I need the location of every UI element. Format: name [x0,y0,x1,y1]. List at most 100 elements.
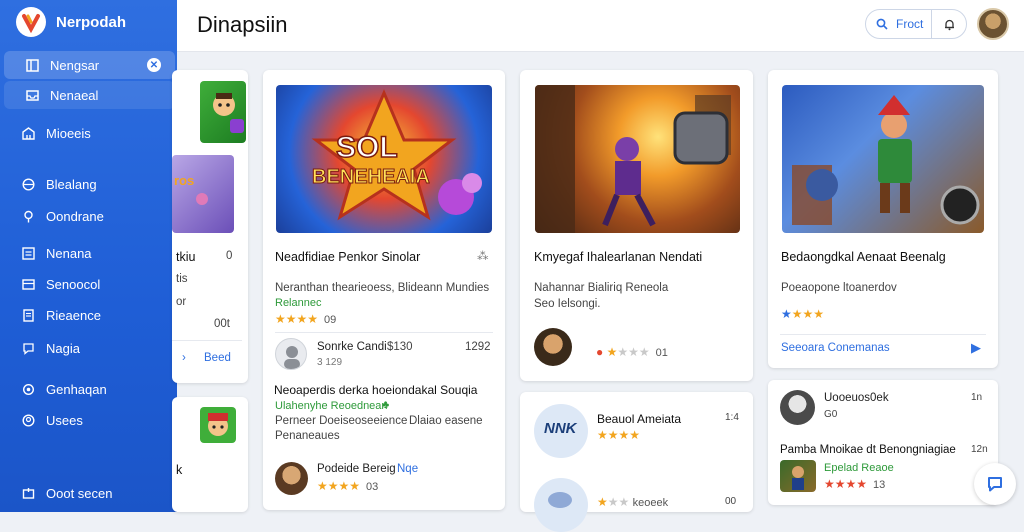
logo-text: NNK [544,420,577,437]
sidebar: Nerpodah Nengsar ✕ Nenaeal Mioeeis Bleal… [0,0,177,512]
rating-stars: ★★★★ [597,428,641,442]
game-cover-image: SOL BENEHEAIA [276,85,492,233]
logout-icon [20,485,36,501]
chat-icon [20,340,36,356]
chevron-right-icon: › [182,352,186,364]
chat-bubble-icon [988,477,1002,492]
card-title: Bedaongdkal Aenaat Beenalg [781,250,946,264]
rating-label: keoeek [632,497,669,509]
author-link[interactable]: Nqe [397,463,418,475]
game-thumbnail [200,81,246,143]
user-number: 1n [971,392,983,403]
nav-label: Blealang [46,176,97,192]
more-icon[interactable]: ⁂ [477,249,489,263]
page-title: Dinapsiin [197,12,288,37]
bell-icon [944,19,954,30]
play-icon[interactable]: ▶ [971,340,981,356]
nav-label: Oondrane [46,208,104,224]
nav-item-2[interactable]: Nenaeal [4,81,175,109]
location-icon [20,208,36,224]
card-description: Seo Ielsongi. [534,298,601,310]
post-desc: Penaneaues [275,430,340,442]
card-description: Nahannar Bialiriq Reneola [534,282,669,294]
author-avatar[interactable] [534,328,572,366]
user-circle-icon [20,412,36,428]
close-icon[interactable]: ✕ [147,58,161,72]
nav-label: Ooot secen [46,485,113,501]
search-button[interactable]: Froct [866,17,931,31]
chat-fab-button[interactable] [974,463,1016,505]
list-icon [20,245,36,261]
document-icon [20,307,36,323]
rating-count: 01 [655,347,668,359]
nav-item-11[interactable]: Usees [0,406,177,434]
post-desc: Dlaiao easene [409,415,483,427]
nav-item-8[interactable]: Rieaence [0,301,177,329]
partial-text: or [176,296,187,308]
search-pill[interactable]: Froct [865,9,967,39]
brand[interactable]: Nerpodah [16,7,126,37]
user-name: Sonrke Candi [317,341,387,353]
rating-stars: ★★★★ 13 [824,477,886,491]
game-thumbnail-2: ros [172,155,234,233]
nav-label: Usees [46,412,83,428]
user-right: 1292 [465,341,491,353]
nav-label: Nengsar [50,57,100,73]
notification-button[interactable] [932,18,966,31]
card-icon [20,276,36,292]
game-cover-image [782,85,984,233]
nav-item-10[interactable]: Genhaqan [0,375,177,403]
user-avatar[interactable] [977,8,1009,40]
card-title: Pamba Mnoikae dt Benongniagiae [780,444,956,456]
game-thumbnail [200,407,236,443]
post-title: Neoaperdis derka hoeiondakal Souqia [274,383,478,397]
rating-count: 00 [725,496,737,507]
nav-item-12[interactable]: Ooot secen [0,479,177,507]
post-desc: Perneer Doeiseoseeience [275,415,408,427]
nav-item-4[interactable]: Blealang [0,170,177,198]
rating-stars: ★★★★ 09 [275,312,337,326]
nav-item-5[interactable]: Oondrane [0,202,177,230]
nav-label: Senoocol [46,276,101,292]
nav-item-7[interactable]: Senoocol [0,270,177,298]
card-description: Poeaopone ltoanerdov [781,282,897,294]
nav-item-1[interactable]: Nengsar ✕ [4,51,175,79]
nav-label: Mioeeis [46,125,91,141]
nav-item-6[interactable]: Nenana [0,239,177,267]
partial-card-2[interactable]: k [172,397,248,512]
game-thumbnail [780,460,816,492]
nav-item-3[interactable]: Mioeeis [0,119,177,147]
svg-text:BENEHEAIA: BENEHEAIA [312,166,430,188]
rating-count: 13 [873,479,886,491]
search-label: Froct [896,17,924,31]
user-name: Uooeuos0ek [824,392,889,404]
game-card-4[interactable]: NNK Beauol Ameiata 1:4 ★★★★ ★★★ keoeek 0… [520,392,753,532]
user-avatar[interactable] [275,338,307,370]
nav-label: Nenana [46,245,92,261]
nav-item-9[interactable]: Nagia [0,334,177,362]
user-sub: 3 129 [317,357,343,368]
partial-count: 0 [226,250,233,262]
divider [275,332,493,333]
user-avatar[interactable] [780,390,815,425]
card-link[interactable]: Seeoara Conemanas [781,342,890,354]
game-card-2[interactable]: Kmyegaf Ihalearlanan Nendati Nahannar Bi… [520,70,753,381]
game-logo: NNK [534,404,588,458]
game-card-1[interactable]: SOL BENEHEAIA Neadfidiae Penkor Sinolar … [263,70,505,510]
partial-link[interactable]: Beed [204,352,231,364]
author-rating-count: 03 [366,481,379,493]
svg-text:ros: ros [174,173,194,188]
divider [780,334,986,335]
building-icon [20,125,36,141]
card-title: Beauol Ameiata [597,412,682,426]
game-cover-image [535,85,740,233]
partial-card[interactable]: ros tkiu 0 tis or 00t › Beed [172,70,248,383]
game-card-5[interactable]: Uooeuos0ek G0 1n Pamba Mnoikae dt Benong… [768,380,998,505]
card-title: Neadfidiae Penkor Sinolar [275,250,421,264]
nav-label: Genhaqan [46,381,107,397]
author-avatar[interactable] [275,462,308,495]
game-card-3[interactable]: Bedaongdkal Aenaat Beenalg Poeaopone lto… [768,70,998,368]
rating-stars: ● ★★★★ 01 [596,345,668,359]
nav-label: Nagia [46,340,80,356]
inbox-icon [24,87,40,103]
